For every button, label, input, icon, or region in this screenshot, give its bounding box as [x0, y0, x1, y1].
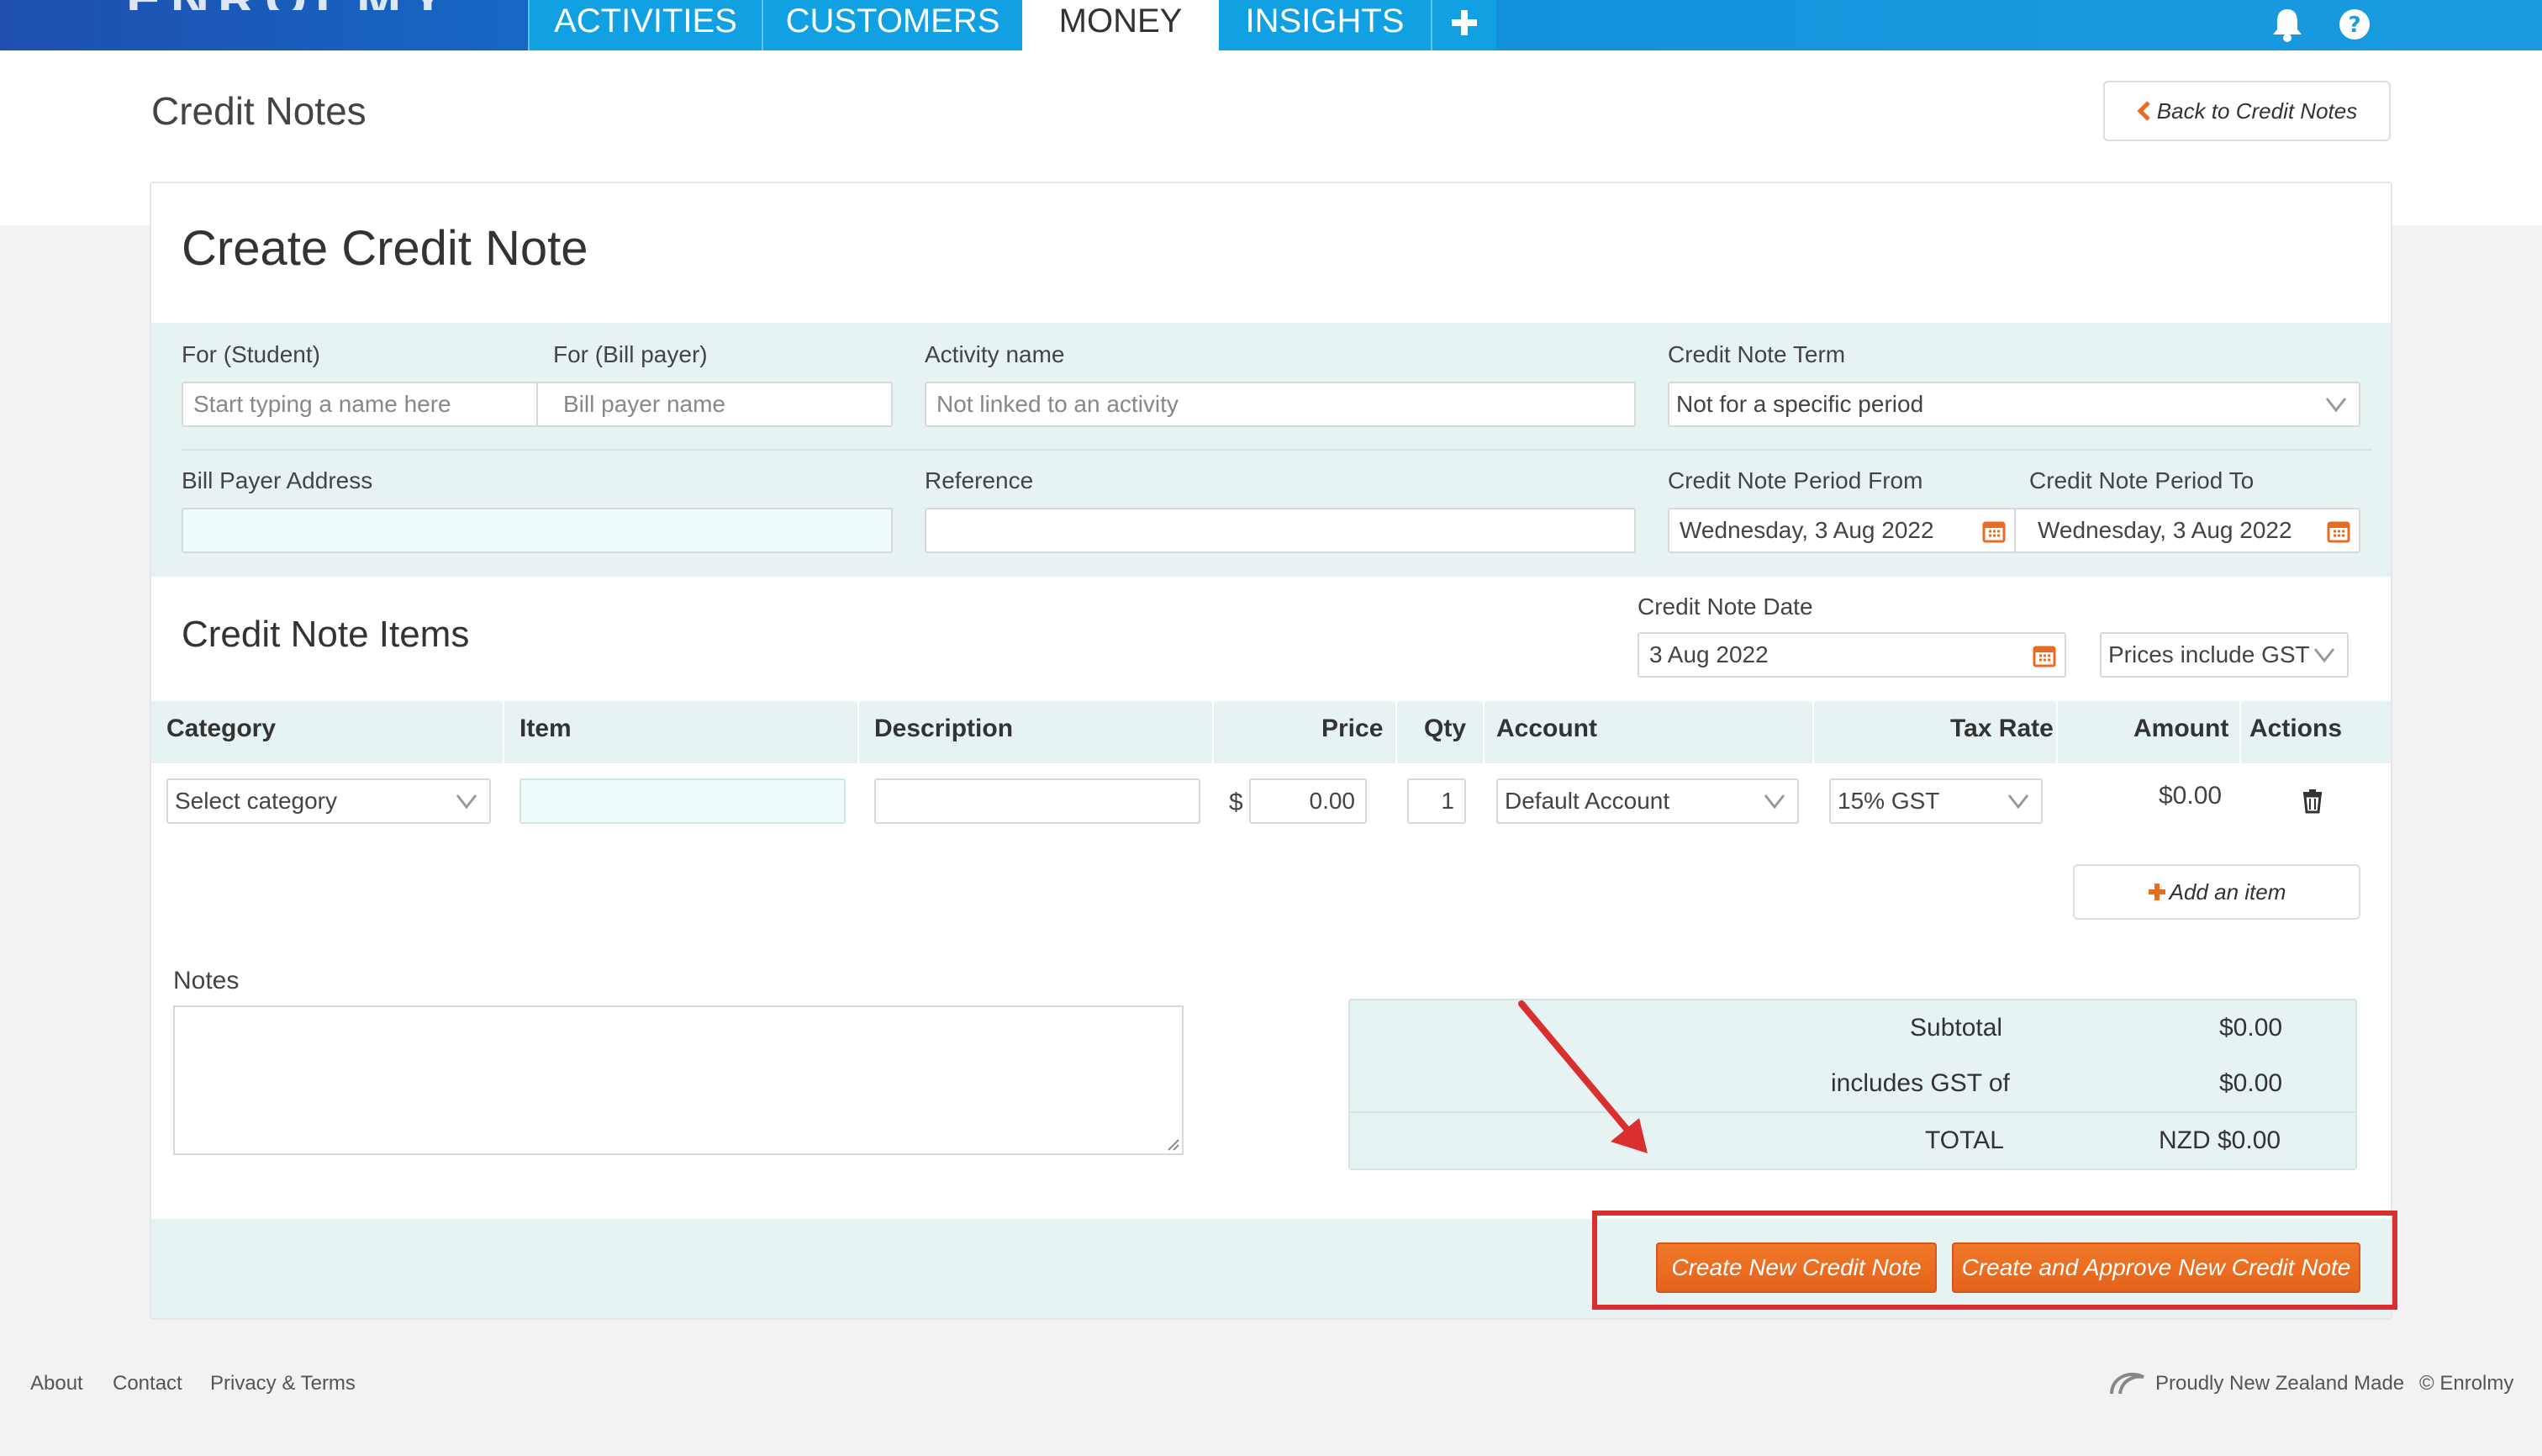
plus-icon: [1452, 10, 1477, 35]
calendar-icon[interactable]: [1982, 520, 2006, 543]
form-title: Create Credit Note: [182, 221, 588, 276]
credit-note-date-value: 3 Aug 2022: [1649, 641, 1769, 667]
chevron-left-icon: [2137, 101, 2150, 121]
bill-payer-address-label: Bill Payer Address: [182, 467, 373, 493]
col-price: Price: [1321, 715, 1384, 742]
for-bill-payer-label: For (Bill payer): [553, 341, 708, 367]
credit-note-date-label: Credit Note Date: [1638, 593, 1813, 620]
footer-nz-made: Proudly New Zealand Made: [2155, 1372, 2405, 1395]
tab-customers[interactable]: CUSTOMERS: [762, 0, 1022, 50]
price-input[interactable]: 0.00: [1249, 778, 1367, 824]
prices-mode-value: Prices include GST: [2108, 641, 2310, 667]
footer-contact-link[interactable]: Contact: [113, 1372, 182, 1395]
add-item-button[interactable]: Add an item: [2073, 864, 2360, 920]
account-select[interactable]: Default Account: [1496, 778, 1799, 824]
tab-money[interactable]: MONEY: [1022, 0, 1219, 50]
bill-payer-input[interactable]: Bill payer name: [536, 382, 893, 427]
period-to-value: Wednesday, 3 Aug 2022: [2038, 517, 2292, 543]
period-from-value: Wednesday, 3 Aug 2022: [1680, 517, 1934, 543]
description-input[interactable]: [874, 778, 1200, 824]
plus-icon: [2148, 884, 2165, 900]
resize-handle-icon[interactable]: [1165, 1137, 1180, 1152]
tax-rate-select[interactable]: 15% GST: [1829, 778, 2043, 824]
chevron-down-icon: [1764, 794, 1785, 810]
col-actions: Actions: [2249, 715, 2343, 742]
page-title: Credit Notes: [151, 89, 367, 133]
period-to-label: Credit Note Period To: [2029, 467, 2255, 493]
for-student-label: For (Student): [182, 341, 320, 367]
footer-copyright: © Enrolmy: [2419, 1372, 2514, 1395]
credit-note-term-value: Not for a specific period: [1676, 391, 1924, 417]
credit-note-date-input[interactable]: 3 Aug 2022: [1638, 632, 2066, 678]
add-item-label: Add an item: [2169, 878, 2286, 905]
svg-text:?: ?: [2348, 13, 2360, 38]
footer-privacy-link[interactable]: Privacy & Terms: [210, 1372, 356, 1395]
category-select[interactable]: Select category: [166, 778, 491, 824]
notes-label: Notes: [173, 967, 240, 994]
notes-textarea[interactable]: [173, 1005, 1184, 1155]
gst-value: $0.00: [2219, 1069, 2283, 1097]
subtotal-value: $0.00: [2219, 1014, 2283, 1042]
col-tax-rate: Tax Rate: [1950, 715, 2054, 742]
qty-input[interactable]: 1: [1407, 778, 1466, 824]
period-from-label: Credit Note Period From: [1668, 467, 1923, 493]
tax-rate-value: 15% GST: [1838, 788, 1940, 814]
tab-activities[interactable]: ACTIVITIES: [528, 0, 762, 50]
credit-note-term-select[interactable]: Not for a specific period: [1668, 382, 2360, 427]
top-nav: ENROLMY ACTIVITIES CUSTOMERS MONEY INSIG…: [0, 0, 2542, 50]
reference-input[interactable]: [925, 508, 1636, 553]
chevron-down-icon: [2325, 398, 2347, 413]
bill-payer-address-input[interactable]: [182, 508, 893, 553]
footer-about-link[interactable]: About: [30, 1372, 83, 1395]
calendar-icon[interactable]: [2033, 644, 2056, 667]
back-to-credit-notes-button[interactable]: Back to Credit Notes: [2103, 81, 2391, 141]
subtotal-label: Subtotal: [1910, 1014, 2003, 1042]
items-table-header: [151, 701, 2391, 763]
nz-fern-icon: [2110, 1372, 2144, 1395]
notifications-button[interactable]: [2265, 2, 2310, 47]
items-title: Credit Note Items: [182, 614, 470, 655]
period-from-input[interactable]: Wednesday, 3 Aug 2022: [1668, 508, 2016, 553]
annotation-arrow: [1518, 1000, 1648, 1153]
col-description: Description: [874, 715, 1014, 742]
col-qty: Qty: [1424, 715, 1467, 742]
add-tab-button[interactable]: [1431, 0, 1496, 50]
chevron-down-icon: [2313, 648, 2335, 663]
gst-label: includes GST of: [1831, 1069, 2010, 1097]
chevron-down-icon: [2007, 794, 2029, 810]
account-value: Default Account: [1505, 788, 1670, 814]
chevron-down-icon: [456, 794, 477, 810]
trash-icon[interactable]: [2302, 789, 2323, 814]
student-input[interactable]: Start typing a name here: [182, 382, 538, 427]
activity-name-label: Activity name: [925, 341, 1065, 367]
calendar-icon[interactable]: [2327, 520, 2350, 543]
total-value: NZD $0.00: [2159, 1126, 2281, 1154]
annotation-highlight-box: [1592, 1211, 2397, 1310]
col-account: Account: [1496, 715, 1597, 742]
col-item: Item: [519, 715, 572, 742]
col-category: Category: [166, 715, 277, 742]
item-input[interactable]: [519, 778, 846, 824]
back-label: Back to Credit Notes: [2156, 98, 2358, 124]
amount-value: $0.00: [2159, 782, 2223, 810]
bell-icon: [2273, 9, 2302, 42]
col-amount: Amount: [2133, 715, 2229, 742]
activity-name-input[interactable]: Not linked to an activity: [925, 382, 1636, 427]
total-label: TOTAL: [1925, 1126, 2004, 1154]
help-icon: ?: [2339, 9, 2370, 40]
panel-divider: [182, 449, 2372, 451]
prices-include-gst-select[interactable]: Prices include GST: [2100, 632, 2349, 678]
period-to-input[interactable]: Wednesday, 3 Aug 2022: [2014, 508, 2360, 553]
reference-label: Reference: [925, 467, 1034, 493]
category-value: Select category: [175, 788, 337, 814]
help-button[interactable]: ?: [2332, 2, 2377, 47]
credit-note-term-label: Credit Note Term: [1668, 341, 1846, 367]
logo: ENROLMY: [126, 0, 462, 10]
tab-insights[interactable]: INSIGHTS: [1219, 0, 1431, 50]
currency-symbol: $: [1229, 789, 1243, 816]
